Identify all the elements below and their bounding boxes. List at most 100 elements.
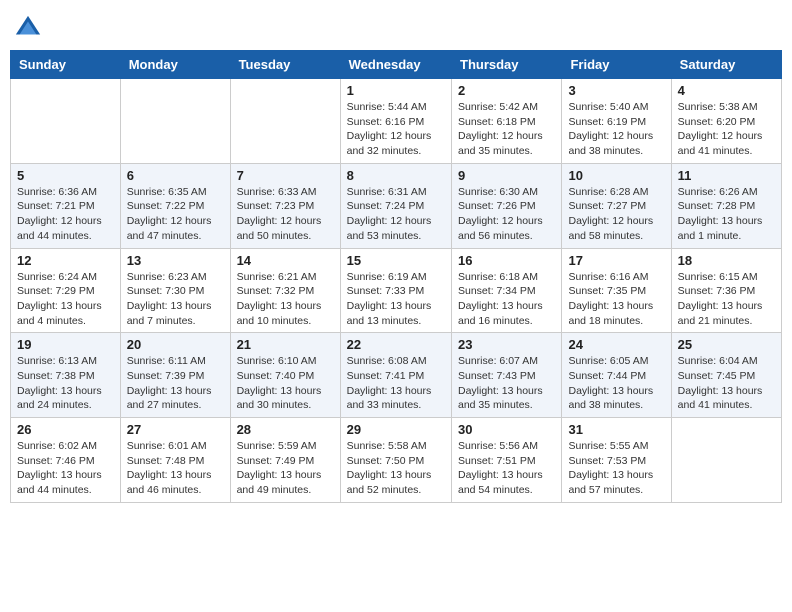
day-number: 12 bbox=[17, 253, 114, 268]
day-number: 7 bbox=[237, 168, 334, 183]
weekday-header-sunday: Sunday bbox=[11, 51, 121, 79]
day-number: 19 bbox=[17, 337, 114, 352]
day-number: 8 bbox=[347, 168, 445, 183]
day-info: Sunrise: 5:55 AM Sunset: 7:53 PM Dayligh… bbox=[568, 439, 664, 498]
day-info: Sunrise: 6:26 AM Sunset: 7:28 PM Dayligh… bbox=[678, 185, 775, 244]
calendar-cell: 30 Sunrise: 5:56 AM Sunset: 7:51 PM Dayli… bbox=[452, 418, 562, 503]
calendar-cell: 24 Sunrise: 6:05 AM Sunset: 7:44 PM Dayli… bbox=[562, 333, 671, 418]
day-info: Sunrise: 6:21 AM Sunset: 7:32 PM Dayligh… bbox=[237, 270, 334, 329]
day-number: 27 bbox=[127, 422, 224, 437]
day-info: Sunrise: 5:42 AM Sunset: 6:18 PM Dayligh… bbox=[458, 100, 555, 159]
logo bbox=[14, 14, 44, 42]
day-info: Sunrise: 6:28 AM Sunset: 7:27 PM Dayligh… bbox=[568, 185, 664, 244]
day-info: Sunrise: 6:10 AM Sunset: 7:40 PM Dayligh… bbox=[237, 354, 334, 413]
day-number: 5 bbox=[17, 168, 114, 183]
calendar-cell: 10 Sunrise: 6:28 AM Sunset: 7:27 PM Dayli… bbox=[562, 163, 671, 248]
day-number: 24 bbox=[568, 337, 664, 352]
day-info: Sunrise: 6:18 AM Sunset: 7:34 PM Dayligh… bbox=[458, 270, 555, 329]
day-number: 6 bbox=[127, 168, 224, 183]
calendar-cell: 16 Sunrise: 6:18 AM Sunset: 7:34 PM Dayli… bbox=[452, 248, 562, 333]
calendar-cell bbox=[671, 418, 781, 503]
logo-icon bbox=[14, 14, 42, 42]
calendar-cell: 13 Sunrise: 6:23 AM Sunset: 7:30 PM Dayli… bbox=[120, 248, 230, 333]
calendar-cell: 14 Sunrise: 6:21 AM Sunset: 7:32 PM Dayli… bbox=[230, 248, 340, 333]
day-info: Sunrise: 5:58 AM Sunset: 7:50 PM Dayligh… bbox=[347, 439, 445, 498]
calendar-cell bbox=[120, 79, 230, 164]
day-number: 14 bbox=[237, 253, 334, 268]
day-number: 25 bbox=[678, 337, 775, 352]
day-number: 20 bbox=[127, 337, 224, 352]
calendar-cell: 7Sunrise: 6:33 AM Sunset: 7:23 PM Daylig… bbox=[230, 163, 340, 248]
day-info: Sunrise: 6:23 AM Sunset: 7:30 PM Dayligh… bbox=[127, 270, 224, 329]
page-header bbox=[10, 10, 782, 42]
day-info: Sunrise: 6:16 AM Sunset: 7:35 PM Dayligh… bbox=[568, 270, 664, 329]
day-info: Sunrise: 6:02 AM Sunset: 7:46 PM Dayligh… bbox=[17, 439, 114, 498]
day-info: Sunrise: 6:24 AM Sunset: 7:29 PM Dayligh… bbox=[17, 270, 114, 329]
day-number: 1 bbox=[347, 83, 445, 98]
calendar-cell: 21 Sunrise: 6:10 AM Sunset: 7:40 PM Dayli… bbox=[230, 333, 340, 418]
day-number: 18 bbox=[678, 253, 775, 268]
calendar-week-row: 12 Sunrise: 6:24 AM Sunset: 7:29 PM Dayli… bbox=[11, 248, 782, 333]
day-number: 23 bbox=[458, 337, 555, 352]
day-info: Sunrise: 6:05 AM Sunset: 7:44 PM Dayligh… bbox=[568, 354, 664, 413]
day-info: Sunrise: 6:01 AM Sunset: 7:48 PM Dayligh… bbox=[127, 439, 224, 498]
day-number: 4 bbox=[678, 83, 775, 98]
calendar-cell: 23Sunrise: 6:07 AM Sunset: 7:43 PM Dayli… bbox=[452, 333, 562, 418]
day-info: Sunrise: 6:36 AM Sunset: 7:21 PM Dayligh… bbox=[17, 185, 114, 244]
calendar-cell: 17 Sunrise: 6:16 AM Sunset: 7:35 PM Dayli… bbox=[562, 248, 671, 333]
day-number: 17 bbox=[568, 253, 664, 268]
day-number: 21 bbox=[237, 337, 334, 352]
day-number: 29 bbox=[347, 422, 445, 437]
calendar-cell: 3Sunrise: 5:40 AM Sunset: 6:19 PM Daylig… bbox=[562, 79, 671, 164]
calendar-table: SundayMondayTuesdayWednesdayThursdayFrid… bbox=[10, 50, 782, 503]
calendar-cell: 8 Sunrise: 6:31 AM Sunset: 7:24 PM Daylig… bbox=[340, 163, 451, 248]
day-number: 31 bbox=[568, 422, 664, 437]
calendar-week-row: 1 Sunrise: 5:44 AM Sunset: 6:16 PM Daylig… bbox=[11, 79, 782, 164]
day-info: Sunrise: 5:59 AM Sunset: 7:49 PM Dayligh… bbox=[237, 439, 334, 498]
day-number: 16 bbox=[458, 253, 555, 268]
calendar-cell: 4 Sunrise: 5:38 AM Sunset: 6:20 PM Daylig… bbox=[671, 79, 781, 164]
day-info: Sunrise: 6:35 AM Sunset: 7:22 PM Dayligh… bbox=[127, 185, 224, 244]
day-info: Sunrise: 6:15 AM Sunset: 7:36 PM Dayligh… bbox=[678, 270, 775, 329]
day-number: 30 bbox=[458, 422, 555, 437]
weekday-header-friday: Friday bbox=[562, 51, 671, 79]
day-number: 11 bbox=[678, 168, 775, 183]
calendar-cell: 11 Sunrise: 6:26 AM Sunset: 7:28 PM Dayli… bbox=[671, 163, 781, 248]
day-number: 3 bbox=[568, 83, 664, 98]
calendar-cell bbox=[11, 79, 121, 164]
calendar-cell: 5 Sunrise: 6:36 AM Sunset: 7:21 PM Daylig… bbox=[11, 163, 121, 248]
day-number: 22 bbox=[347, 337, 445, 352]
day-info: Sunrise: 5:56 AM Sunset: 7:51 PM Dayligh… bbox=[458, 439, 555, 498]
day-info: Sunrise: 6:04 AM Sunset: 7:45 PM Dayligh… bbox=[678, 354, 775, 413]
calendar-cell: 19 Sunrise: 6:13 AM Sunset: 7:38 PM Dayli… bbox=[11, 333, 121, 418]
calendar-cell: 2 Sunrise: 5:42 AM Sunset: 6:18 PM Daylig… bbox=[452, 79, 562, 164]
calendar-cell: 18 Sunrise: 6:15 AM Sunset: 7:36 PM Dayli… bbox=[671, 248, 781, 333]
day-info: Sunrise: 6:13 AM Sunset: 7:38 PM Dayligh… bbox=[17, 354, 114, 413]
day-info: Sunrise: 5:38 AM Sunset: 6:20 PM Dayligh… bbox=[678, 100, 775, 159]
calendar-week-row: 19 Sunrise: 6:13 AM Sunset: 7:38 PM Dayli… bbox=[11, 333, 782, 418]
weekday-header-wednesday: Wednesday bbox=[340, 51, 451, 79]
calendar-cell: 22 Sunrise: 6:08 AM Sunset: 7:41 PM Dayli… bbox=[340, 333, 451, 418]
calendar-cell: 12 Sunrise: 6:24 AM Sunset: 7:29 PM Dayli… bbox=[11, 248, 121, 333]
day-number: 10 bbox=[568, 168, 664, 183]
day-info: Sunrise: 6:08 AM Sunset: 7:41 PM Dayligh… bbox=[347, 354, 445, 413]
calendar-cell bbox=[230, 79, 340, 164]
weekday-header-saturday: Saturday bbox=[671, 51, 781, 79]
day-info: Sunrise: 5:44 AM Sunset: 6:16 PM Dayligh… bbox=[347, 100, 445, 159]
calendar-cell: 6 Sunrise: 6:35 AM Sunset: 7:22 PM Daylig… bbox=[120, 163, 230, 248]
day-number: 9 bbox=[458, 168, 555, 183]
calendar-week-row: 5 Sunrise: 6:36 AM Sunset: 7:21 PM Daylig… bbox=[11, 163, 782, 248]
calendar-cell: 15Sunrise: 6:19 AM Sunset: 7:33 PM Dayli… bbox=[340, 248, 451, 333]
day-info: Sunrise: 6:31 AM Sunset: 7:24 PM Dayligh… bbox=[347, 185, 445, 244]
calendar-cell: 28Sunrise: 5:59 AM Sunset: 7:49 PM Dayli… bbox=[230, 418, 340, 503]
day-number: 2 bbox=[458, 83, 555, 98]
weekday-header-row: SundayMondayTuesdayWednesdayThursdayFrid… bbox=[11, 51, 782, 79]
weekday-header-monday: Monday bbox=[120, 51, 230, 79]
calendar-cell: 26Sunrise: 6:02 AM Sunset: 7:46 PM Dayli… bbox=[11, 418, 121, 503]
day-number: 13 bbox=[127, 253, 224, 268]
calendar-cell: 31 Sunrise: 5:55 AM Sunset: 7:53 PM Dayli… bbox=[562, 418, 671, 503]
calendar-week-row: 26Sunrise: 6:02 AM Sunset: 7:46 PM Dayli… bbox=[11, 418, 782, 503]
calendar-cell: 25 Sunrise: 6:04 AM Sunset: 7:45 PM Dayli… bbox=[671, 333, 781, 418]
day-info: Sunrise: 6:11 AM Sunset: 7:39 PM Dayligh… bbox=[127, 354, 224, 413]
calendar-cell: 29 Sunrise: 5:58 AM Sunset: 7:50 PM Dayli… bbox=[340, 418, 451, 503]
